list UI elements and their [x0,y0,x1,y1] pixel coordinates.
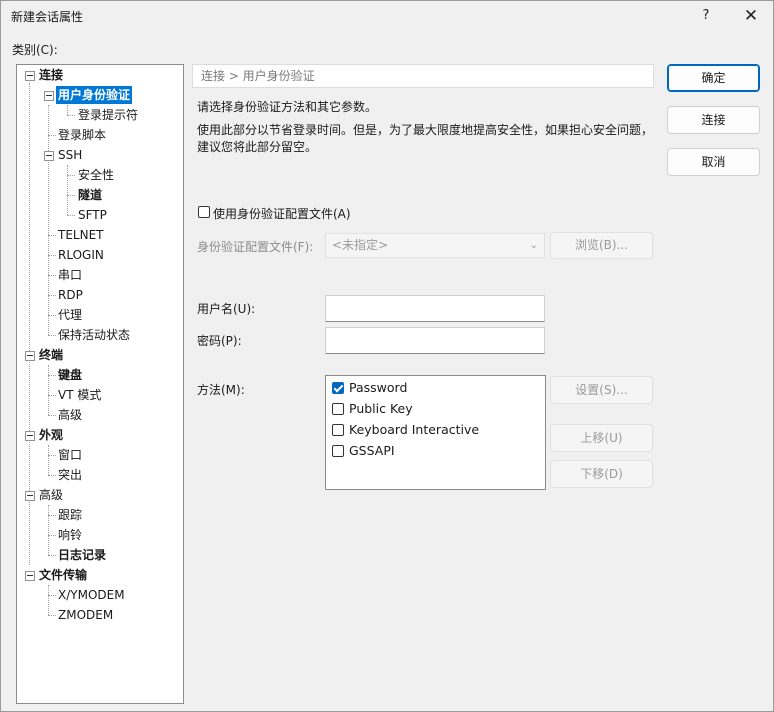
profile-file-label: 身份验证配置文件(F): [197,240,314,254]
tree-item-zmodem[interactable]: ZMODEM [58,606,113,624]
keyboard-interactive-method-label: Keyboard Interactive [349,422,480,437]
collapse-icon[interactable] [25,571,35,581]
collapse-icon[interactable] [25,71,35,81]
tree-item-keepalive[interactable]: 保持活动状态 [58,326,130,344]
breadcrumb: 连接 > 用户身份验证 [192,64,654,88]
gssapi-method-label: GSSAPI [349,443,395,458]
description-text: 使用此部分以节省登录时间。但是，为了最大限度地提高安全性，如果担心安全问题， [197,123,654,137]
cancel-button[interactable]: 取消 [667,148,760,176]
tree-item-terminal[interactable]: 终端 [39,346,63,364]
description-text-2: 建议您将此部分留空。 [197,140,318,154]
collapse-icon[interactable] [25,351,35,361]
tree-item-vt-mode[interactable]: VT 模式 [58,386,101,404]
password-method-checkbox[interactable] [332,382,344,394]
tree-item-login-script[interactable]: 登录脚本 [58,126,106,144]
collapse-icon[interactable] [25,431,35,441]
move-up-button[interactable]: 上移(U) [550,424,653,452]
collapse-icon[interactable] [25,491,35,501]
password-method-label: Password [349,380,408,395]
browse-button[interactable]: 浏览(B)... [550,232,653,259]
tree-item-terminal-advanced[interactable]: 高级 [58,406,82,424]
help-icon[interactable]: ? [683,2,729,30]
method-list[interactable]: Password Public Key Keyboard Interactive… [325,375,546,490]
chevron-down-icon: ⌄ [529,240,538,251]
password-label: 密码(P): [197,334,242,348]
username-input[interactable] [325,295,545,322]
tree-item-user-auth[interactable]: 用户身份验证 [56,86,133,104]
collapse-icon[interactable] [44,151,54,161]
gssapi-method-checkbox[interactable] [332,445,344,457]
tree-item-file-transfer[interactable]: 文件传输 [39,566,87,584]
tree-item-proxy[interactable]: 代理 [58,306,82,324]
profile-file-value: <未指定> [332,238,389,252]
move-down-button[interactable]: 下移(D) [550,460,653,488]
publickey-method-label: Public Key [349,401,413,416]
use-profile-label: 使用身份验证配置文件(A) [213,207,351,221]
description-heading: 请选择身份验证方法和其它参数。 [197,100,378,114]
tree-item-keyboard[interactable]: 键盘 [58,366,82,384]
method-settings-button[interactable]: 设置(S)... [550,376,653,404]
tree-item-window[interactable]: 窗口 [58,446,82,464]
tree-item-highlight[interactable]: 突出 [58,466,82,484]
keyboard-interactive-method-checkbox[interactable] [332,424,344,436]
tree-item-login-prompt[interactable]: 登录提示符 [78,106,138,124]
tree-item-tunnel[interactable]: 隧道 [78,186,102,204]
tree-item-advanced[interactable]: 高级 [39,486,63,504]
password-input[interactable] [325,327,545,354]
category-tree[interactable]: 连接 用户身份验证 登录提示符 登录脚本 SSH 安全性 隧道 SFTP TEL… [16,64,184,704]
title-bar: 新建会话属性 ? ✕ [1,1,773,31]
tree-item-connection[interactable]: 连接 [39,66,63,84]
tree-item-telnet[interactable]: TELNET [58,226,104,244]
ok-button[interactable]: 确定 [667,64,760,92]
tree-item-xymodem[interactable]: X/YMODEM [58,586,125,604]
collapse-icon[interactable] [44,91,54,101]
tree-item-ssh[interactable]: SSH [58,146,82,164]
tree-item-rlogin[interactable]: RLOGIN [58,246,104,264]
tree-item-logging[interactable]: 日志记录 [58,546,106,564]
connect-button[interactable]: 连接 [667,106,760,134]
tree-item-security[interactable]: 安全性 [78,166,114,184]
tree-item-appearance[interactable]: 外观 [39,426,63,444]
category-label: 类别(C): [12,43,58,57]
profile-file-select[interactable]: <未指定> ⌄ [325,233,545,258]
tree-item-serial[interactable]: 串口 [58,266,82,284]
tree-item-trace[interactable]: 跟踪 [58,506,82,524]
username-label: 用户名(U): [197,302,256,316]
tree-item-bell[interactable]: 响铃 [58,526,82,544]
window-title: 新建会话属性 [11,10,84,24]
use-profile-checkbox[interactable] [198,206,210,218]
publickey-method-checkbox[interactable] [332,403,344,415]
close-icon[interactable]: ✕ [728,2,774,30]
tree-item-sftp[interactable]: SFTP [78,206,107,224]
tree-item-rdp[interactable]: RDP [58,286,83,304]
method-label: 方法(M): [197,383,245,397]
